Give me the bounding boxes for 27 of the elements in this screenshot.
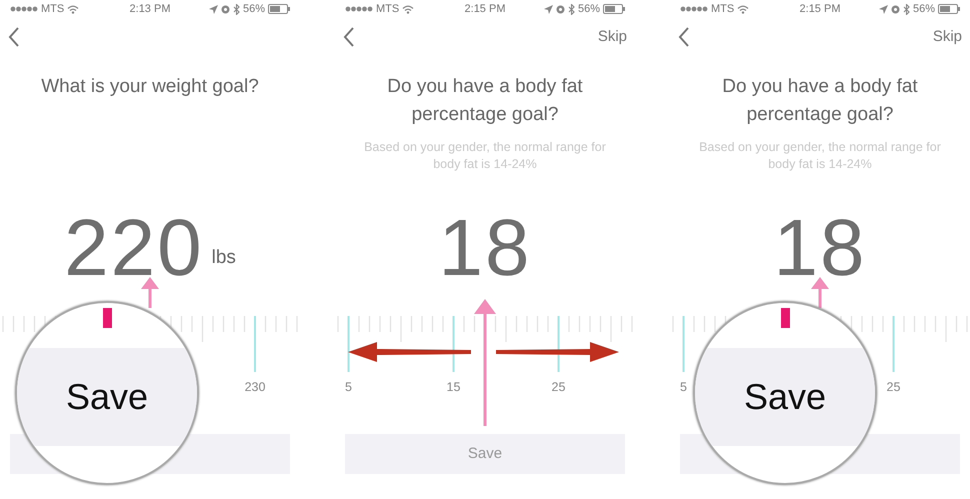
question-text: Do you have a body fat percentage goal? bbox=[386, 75, 584, 127]
carrier-name: MTS bbox=[711, 2, 734, 17]
ruler-label: 15 bbox=[446, 379, 460, 396]
carrier-name: MTS bbox=[376, 2, 400, 17]
battery-percent: 56% bbox=[578, 2, 600, 17]
goal-value: 220 bbox=[64, 208, 204, 288]
goal-value: 18 bbox=[438, 208, 532, 288]
ruler-label: 25 bbox=[552, 379, 566, 396]
ruler-label: 5 bbox=[345, 379, 352, 396]
question-text: What is your weight goal? bbox=[40, 75, 260, 99]
carrier-name: MTS bbox=[41, 2, 64, 17]
save-button-zoomed[interactable]: Save bbox=[17, 348, 197, 446]
battery-percent: 56% bbox=[912, 2, 935, 17]
unit-label: lbs bbox=[212, 246, 236, 270]
ruler-label: 5 bbox=[680, 379, 687, 396]
goal-value: 18 bbox=[774, 208, 866, 288]
skip-link[interactable]: Skip bbox=[598, 26, 627, 48]
status-time: 2:13 PM bbox=[130, 2, 170, 17]
ruler-label: 230 bbox=[244, 379, 266, 396]
skip-link[interactable]: Skip bbox=[932, 26, 962, 48]
save-button-zoomed[interactable]: Save bbox=[695, 348, 875, 446]
status-time: 2:15 PM bbox=[464, 2, 506, 17]
ruler-label: 25 bbox=[886, 379, 900, 396]
question-text: Do you have a body fat percentage goal? bbox=[721, 75, 919, 127]
status-time: 2:15 PM bbox=[800, 2, 840, 17]
save-button[interactable]: Save bbox=[345, 434, 625, 474]
battery-percent: 56% bbox=[242, 2, 265, 17]
